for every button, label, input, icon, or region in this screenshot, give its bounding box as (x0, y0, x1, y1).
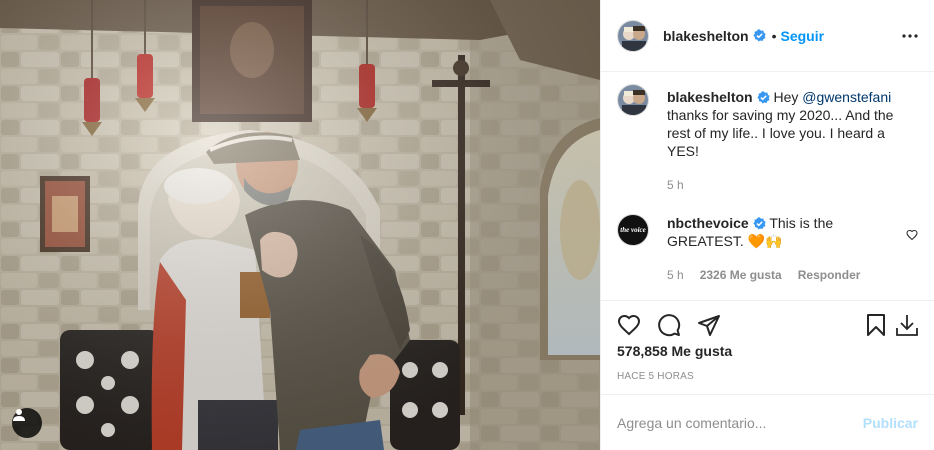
commenter-avatar[interactable]: the voice (617, 214, 649, 246)
commenter-username[interactable]: nbcthevoice (667, 215, 749, 231)
caption: blakeshelton Hey @gwenstefani thanks for… (617, 84, 918, 194)
bookmark-icon (867, 314, 885, 336)
follow-button[interactable]: Seguir (781, 28, 825, 44)
post-actions (601, 301, 934, 349)
commenter-avatar-logo: the voice (620, 226, 646, 234)
caption-username[interactable]: blakeshelton (667, 89, 753, 105)
post-photo[interactable] (0, 0, 600, 450)
more-horizontal-icon (902, 33, 918, 38)
caption-text: thanks for saving my 2020... And the res… (667, 107, 894, 159)
download-button[interactable] (894, 312, 920, 338)
comment-item: the voice nbcthevoice This is the GREATE… (617, 214, 918, 284)
chapel-kiss-photo (0, 0, 600, 450)
comment-bubble-icon (658, 314, 681, 337)
reply-button[interactable]: Responder (798, 266, 861, 284)
comment-emoji: 🧡🙌 (747, 233, 783, 249)
save-button[interactable] (864, 313, 888, 337)
comment-like-button[interactable] (906, 228, 918, 244)
paper-plane-icon (698, 315, 720, 336)
publish-button[interactable]: Publicar (863, 415, 918, 431)
heart-icon (617, 314, 641, 336)
user-icon (13, 409, 25, 421)
post-header: blakeshelton • Seguir (601, 0, 934, 72)
heart-outline-icon (906, 229, 918, 241)
caption-text-before: Hey (773, 89, 803, 105)
instagram-post: blakeshelton • Seguir blakeshelton Hey @… (0, 0, 934, 450)
likes-label: Me gusta (671, 343, 733, 359)
caption-author-avatar[interactable] (617, 84, 649, 116)
comments-list[interactable]: blakeshelton Hey @gwenstefani thanks for… (601, 72, 934, 301)
comment-time[interactable]: 5 h (667, 266, 684, 284)
comment-button[interactable] (657, 313, 681, 337)
like-button[interactable] (617, 313, 641, 337)
separator-dot: • (771, 27, 777, 44)
more-options-button[interactable] (902, 33, 918, 38)
caption-time[interactable]: 5 h (667, 176, 684, 194)
avatar-image (618, 20, 648, 51)
download-icon (896, 315, 918, 336)
comment-likes[interactable]: 2326 Me gusta (700, 266, 782, 284)
post-timestamp[interactable]: HACE 5 HORAS (601, 371, 934, 382)
likes-number: 578,858 (617, 343, 668, 359)
likes-count[interactable]: 578,858 Me gusta (601, 343, 934, 359)
caption-mention[interactable]: @gwenstefani (802, 89, 891, 105)
comment-input[interactable] (617, 414, 863, 431)
verified-badge-icon (753, 217, 766, 230)
author-avatar[interactable] (617, 19, 649, 52)
avatar-image (618, 85, 648, 115)
author-username[interactable]: blakeshelton (663, 28, 749, 44)
add-comment-bar: Publicar (601, 394, 934, 450)
post-side-panel: blakeshelton • Seguir blakeshelton Hey @… (600, 0, 934, 450)
verified-badge-icon (756, 91, 770, 104)
tagged-users-button[interactable] (12, 408, 42, 438)
share-button[interactable] (697, 313, 721, 337)
verified-badge-icon (752, 29, 766, 42)
